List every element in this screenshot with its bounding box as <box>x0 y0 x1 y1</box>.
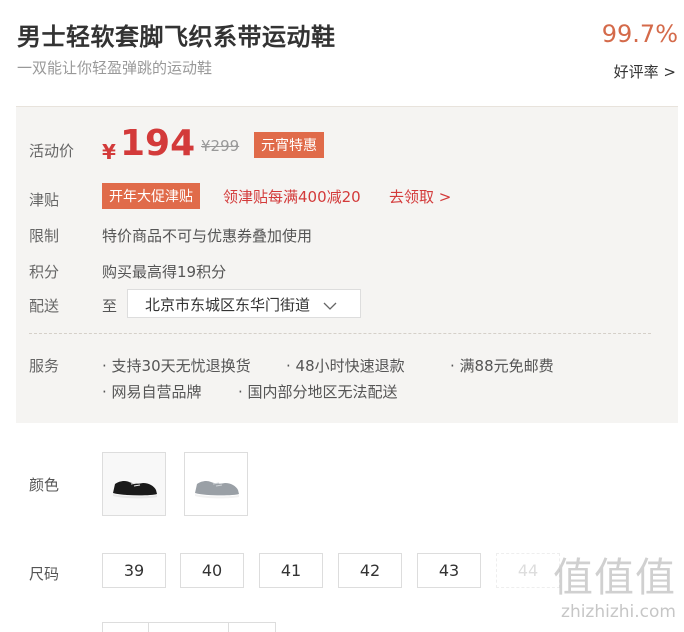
address-selector[interactable]: 北京市东城区东华门街道 <box>127 289 361 318</box>
delivery-label: 配送 <box>29 297 60 315</box>
limit-text: 特价商品不可与优惠券叠加使用 <box>102 227 313 245</box>
size-option[interactable]: 42 <box>338 553 402 588</box>
rating-link[interactable]: 好评率 > <box>614 61 676 82</box>
size-option[interactable]: 40 <box>180 553 244 588</box>
size-option[interactable]: 44 <box>496 553 560 588</box>
allowance-text: 领津贴每满400减20 <box>223 188 361 206</box>
color-option-black[interactable] <box>102 452 166 516</box>
service-item: · 国内部分地区无法配送 <box>238 383 398 401</box>
service-item: · 支持30天无忧退换货 <box>102 357 251 375</box>
product-subtitle: 一双能让你轻盈弹跳的运动鞋 <box>17 59 213 77</box>
currency-symbol: ¥ <box>102 140 116 164</box>
service-item: · 满88元免邮费 <box>450 357 554 375</box>
watermark-logo: 值值值 <box>553 555 676 601</box>
service-label: 服务 <box>29 357 60 375</box>
promo-badge: 元宵特惠 <box>254 132 324 158</box>
rating-percentage: 99.7% <box>601 20 678 48</box>
price-label: 活动价 <box>29 142 75 160</box>
original-price: ¥299 <box>201 137 240 155</box>
size-label: 尺码 <box>29 565 60 583</box>
black-shoe-icon <box>113 480 157 499</box>
gray-shoe-icon <box>195 480 239 499</box>
points-text: 购买最高得19积分 <box>102 263 227 281</box>
address-text: 北京市东城区东华门街道 <box>145 296 311 314</box>
service-item: · 48小时快速退款 <box>286 357 405 375</box>
quantity-input[interactable] <box>148 622 229 632</box>
points-label: 积分 <box>29 263 60 281</box>
watermark: 值值值 zhizhizhi.com <box>553 556 676 622</box>
limit-label: 限制 <box>29 227 60 245</box>
divider <box>29 333 651 334</box>
allowance-tag: 开年大促津贴 <box>102 183 200 209</box>
delivery-to: 至 <box>102 297 118 315</box>
promo-panel: 活动价 ¥ 194 ¥299 元宵特惠 津贴 开年大促津贴 领津贴每满400减2… <box>16 106 678 423</box>
watermark-url: zhizhizhi.com <box>561 602 676 622</box>
chevron-down-icon <box>323 297 337 315</box>
allowance-label: 津贴 <box>29 191 60 209</box>
service-item: · 网易自营品牌 <box>102 383 202 401</box>
color-option-gray[interactable] <box>184 452 248 516</box>
quantity-decrease-button[interactable] <box>102 622 149 632</box>
allowance-link[interactable]: 去领取 > <box>389 186 451 207</box>
size-option[interactable]: 43 <box>417 553 481 588</box>
size-option[interactable]: 39 <box>102 553 166 588</box>
current-price: 194 <box>120 123 196 164</box>
size-option[interactable]: 41 <box>259 553 323 588</box>
quantity-increase-button[interactable] <box>228 622 276 632</box>
color-label: 颜色 <box>29 476 60 494</box>
product-title: 男士轻软套脚飞织系带运动鞋 <box>17 23 336 51</box>
